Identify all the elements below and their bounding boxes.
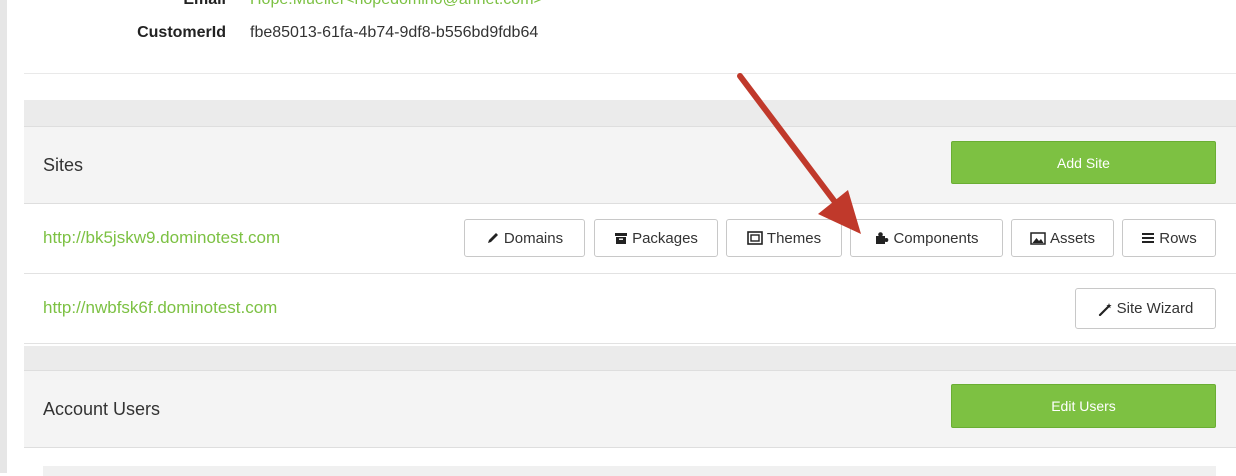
annotation-arrow-icon xyxy=(737,73,861,234)
